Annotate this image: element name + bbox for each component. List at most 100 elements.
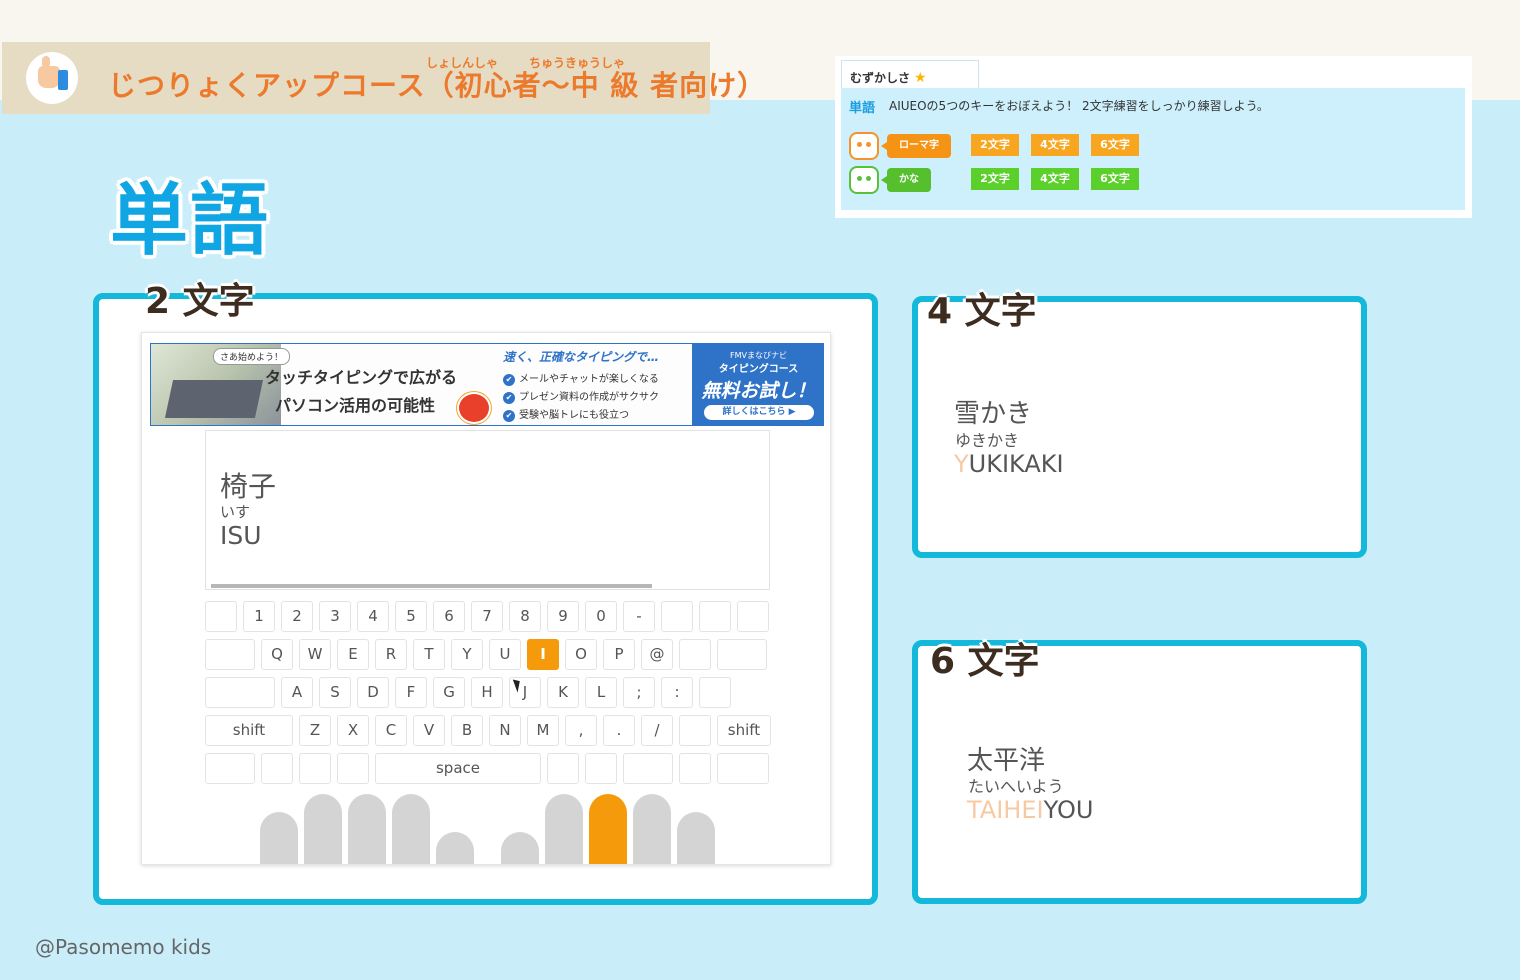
key-blank[interactable]	[205, 601, 237, 632]
ad-headline-2: パソコン活用の可能性	[275, 396, 436, 415]
two-char-heading: 2 文字	[145, 281, 255, 322]
key-sym44[interactable]: ,	[565, 715, 597, 746]
six-char-kana: たいへいよう	[968, 777, 1064, 796]
key-sym64[interactable]: @	[641, 639, 673, 670]
word-kanji: 椅子	[220, 470, 277, 503]
key-3[interactable]: 3	[319, 601, 351, 632]
ad-check-item: プレゼン資料の作成がサクサク	[503, 388, 659, 404]
key-sym45[interactable]: -	[623, 601, 655, 632]
four-char-heading: 4 文字	[927, 291, 1037, 332]
key-N[interactable]: N	[489, 715, 521, 746]
finger-9	[677, 812, 715, 864]
key-shift[interactable]: shift	[205, 715, 293, 746]
key-blank[interactable]	[661, 601, 693, 632]
key-A[interactable]: A	[281, 677, 313, 708]
key-E[interactable]: E	[337, 639, 369, 670]
key-D[interactable]: D	[357, 677, 389, 708]
key-Y[interactable]: Y	[451, 639, 483, 670]
key-G[interactable]: G	[433, 677, 465, 708]
page-title: 単語	[110, 176, 271, 266]
key-blank[interactable]	[679, 639, 711, 670]
key-sym46[interactable]: .	[603, 715, 635, 746]
ad-check-item: メールやチャットが楽しくなる	[503, 370, 659, 386]
key-sym58[interactable]: :	[661, 677, 693, 708]
kana-mode-button[interactable]: かな	[881, 168, 931, 192]
key-sym59[interactable]: ;	[623, 677, 655, 708]
typed-romaji: Y	[954, 450, 969, 478]
key-blank[interactable]	[547, 753, 579, 784]
key-blank[interactable]	[337, 753, 369, 784]
key-U[interactable]: U	[489, 639, 521, 670]
difficulty-tab-label: むずかしさ	[850, 71, 911, 85]
key-1[interactable]: 1	[243, 601, 275, 632]
key-Z[interactable]: Z	[299, 715, 331, 746]
key-blank[interactable]	[623, 753, 673, 784]
key-Q[interactable]: Q	[261, 639, 293, 670]
key-O[interactable]: O	[565, 639, 597, 670]
key-sym47[interactable]: /	[641, 715, 673, 746]
key-7[interactable]: 7	[471, 601, 503, 632]
four-char-romaji: YUKIKAKI	[954, 450, 1064, 478]
key-9[interactable]: 9	[547, 601, 579, 632]
difficulty-description: AIUEOの5つのキーをおぼえよう！ 2文字練習をしっかり練習しよう。	[889, 99, 1269, 113]
key-W[interactable]: W	[299, 639, 331, 670]
key-2[interactable]: 2	[281, 601, 313, 632]
star-icon: ★	[914, 70, 927, 86]
key-X[interactable]: X	[337, 715, 369, 746]
key-P[interactable]: P	[603, 639, 635, 670]
kana-6char-button[interactable]: 6文字	[1091, 168, 1139, 190]
key-space[interactable]: space	[375, 753, 541, 784]
romaji-mascot-icon	[849, 132, 879, 160]
romaji-4char-button[interactable]: 4文字	[1031, 134, 1079, 156]
finger-3	[392, 794, 430, 864]
key-S[interactable]: S	[319, 677, 351, 708]
key-blank[interactable]	[679, 715, 711, 746]
key-8[interactable]: 8	[509, 601, 541, 632]
key-blank[interactable]	[717, 753, 769, 784]
course-banner: しょしんしゃ ちゅうきゅうしゃ じつりょくアップコース（初心者〜中 級 者向け）	[2, 42, 765, 114]
key-R[interactable]: R	[375, 639, 407, 670]
key-blank[interactable]	[205, 753, 255, 784]
ad-mid-title: 速く、正確なタイピングで…	[503, 350, 660, 364]
key-B[interactable]: B	[451, 715, 483, 746]
key-M[interactable]: M	[527, 715, 559, 746]
ad-details-button[interactable]: 詳しくはこちら ▶	[704, 405, 814, 420]
progress-bar	[211, 584, 652, 588]
six-char-kanji: 太平洋	[967, 746, 1046, 776]
key-blank[interactable]	[205, 639, 255, 670]
key-0[interactable]: 0	[585, 601, 617, 632]
difficulty-panel: むずかしさ ★ 単語 AIUEOの5つのキーをおぼえよう！ 2文字練習をしっかり練…	[835, 56, 1472, 218]
key-I[interactable]: I	[527, 639, 559, 670]
finger-6	[545, 794, 583, 864]
credit-text: @Pasomemo kids	[35, 935, 212, 959]
key-blank[interactable]	[699, 677, 731, 708]
key-K[interactable]: K	[547, 677, 579, 708]
kana-4char-button[interactable]: 4文字	[1031, 168, 1079, 190]
key-blank[interactable]	[205, 677, 275, 708]
four-char-kanji: 雪かき	[954, 399, 1033, 429]
key-blank[interactable]	[699, 601, 731, 632]
romaji-mode-button[interactable]: ローマ字	[881, 134, 951, 158]
key-shift[interactable]: shift	[717, 715, 771, 746]
key-6[interactable]: 6	[433, 601, 465, 632]
romaji-6char-button[interactable]: 6文字	[1091, 134, 1139, 156]
key-blank[interactable]	[585, 753, 617, 784]
key-4[interactable]: 4	[357, 601, 389, 632]
key-T[interactable]: T	[413, 639, 445, 670]
key-F[interactable]: F	[395, 677, 427, 708]
ad-banner[interactable]: さあ始めよう！ タッチタイピングで広がる パソコン活用の可能性 速く、正確なタイ…	[150, 343, 824, 426]
romaji-2char-button[interactable]: 2文字	[971, 134, 1019, 156]
key-H[interactable]: H	[471, 677, 503, 708]
ad-cta-main: 無料お試し！	[701, 380, 816, 402]
key-blank[interactable]	[299, 753, 331, 784]
key-blank[interactable]	[261, 753, 293, 784]
key-L[interactable]: L	[585, 677, 617, 708]
key-blank[interactable]	[737, 601, 769, 632]
key-blank[interactable]	[679, 753, 711, 784]
key-C[interactable]: C	[375, 715, 407, 746]
key-5[interactable]: 5	[395, 601, 427, 632]
key-V[interactable]: V	[413, 715, 445, 746]
difficulty-tab[interactable]: むずかしさ ★	[841, 60, 979, 88]
key-blank[interactable]	[717, 639, 767, 670]
kana-2char-button[interactable]: 2文字	[971, 168, 1019, 190]
